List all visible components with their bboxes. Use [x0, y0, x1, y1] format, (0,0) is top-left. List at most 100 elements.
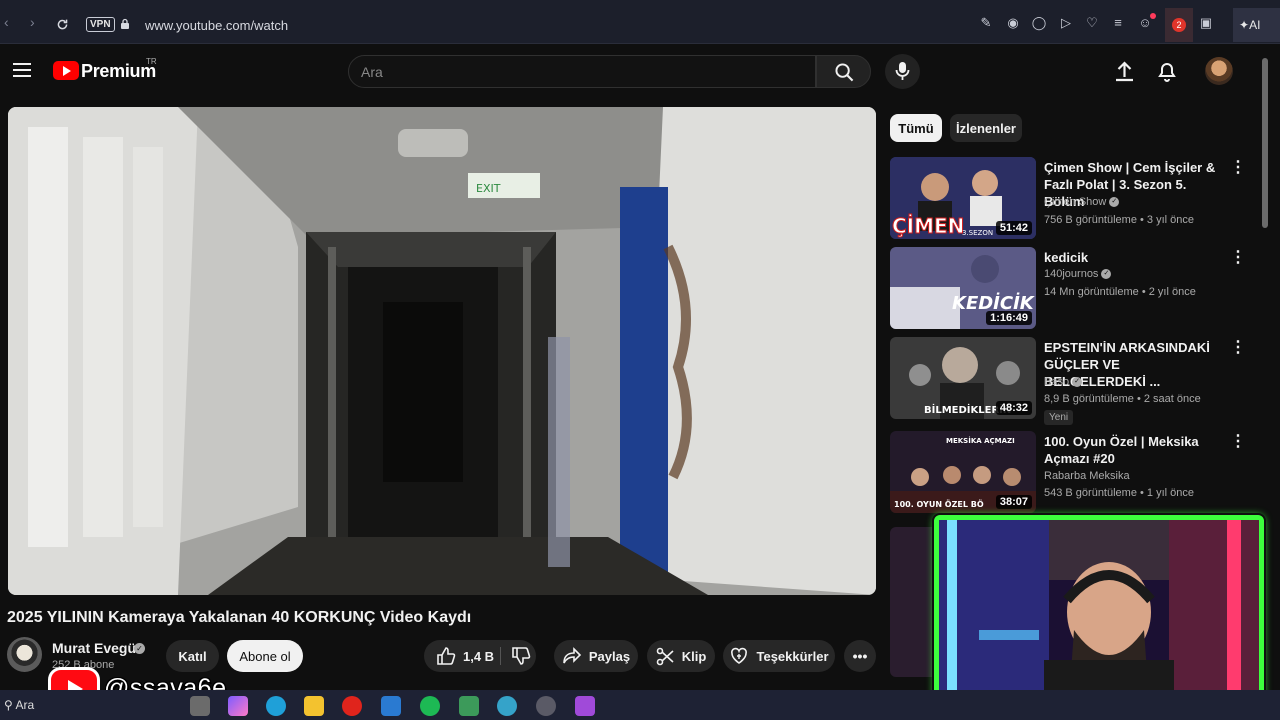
spotify-icon[interactable]	[420, 696, 440, 716]
thanks-heart-icon	[731, 647, 748, 664]
recommendation-meta: 756 B görüntüleme • 3 yıl önce	[1044, 214, 1194, 226]
recommendation-meta: 14 Mn görüntüleme • 2 yıl önce	[1044, 286, 1196, 298]
more-options-icon[interactable]: ⋮	[1230, 339, 1246, 357]
svg-text:100. OYUN ÖZEL BÖ: 100. OYUN ÖZEL BÖ	[894, 499, 984, 509]
video-thumbnail[interactable]: BİLMEDİKLERİN 48:32	[890, 337, 1036, 419]
recommendation-item[interactable]: KEDİCİK 1:16:49 kedicik 140journos ✓ 14 M…	[890, 247, 1262, 331]
extension-badge[interactable]: 2	[1172, 18, 1186, 32]
svg-text:ÇİMEN: ÇİMEN	[892, 214, 964, 238]
address-bar[interactable]: www.youtube.com/watch	[145, 18, 288, 33]
edit-icon[interactable]: ✎	[978, 15, 994, 31]
join-button[interactable]: Katıl	[166, 640, 219, 672]
recommendation-channel[interactable]: Çimen Show ✓	[1044, 196, 1120, 208]
taskbar-app-icon[interactable]	[497, 696, 517, 716]
verified-icon: ✓	[1109, 197, 1120, 208]
recommendation-item[interactable]: MEKSİKA AÇMAZI 100. OYUN ÖZEL BÖ 38:07 1…	[890, 431, 1262, 515]
like-divider	[500, 647, 501, 665]
notification-dot	[1150, 13, 1156, 19]
recommendation-item[interactable]: BİLMEDİKLERİN 48:32 EPSTEIN'İN ARKASINDA…	[890, 337, 1262, 427]
duration-badge: 48:32	[995, 401, 1032, 415]
taskbar-app-icon[interactable]	[190, 696, 210, 716]
video-frame-corridor: EXIT	[8, 107, 876, 595]
like-count: 1,4 B	[463, 648, 495, 664]
recommendation-item[interactable]: ÇİMEN 3.SEZON 51:42 Çimen Show | Cem İşç…	[890, 157, 1262, 241]
clip-button[interactable]: Klip	[647, 640, 715, 672]
recommendation-meta: 8,9 B görüntüleme • 2 saat önce	[1044, 393, 1201, 405]
verified-badge-icon: ✓	[134, 643, 145, 654]
channel-avatar[interactable]	[7, 637, 42, 672]
search-button[interactable]	[816, 55, 871, 88]
bell-icon[interactable]	[1157, 60, 1177, 82]
exit-sign-text: EXIT	[476, 182, 501, 195]
scissors-icon	[656, 647, 674, 665]
more-options-icon[interactable]: ⋮	[1230, 249, 1246, 267]
recommendation-channel[interactable]: Rabarba Meksika	[1044, 470, 1130, 482]
video-player[interactable]: EXIT	[8, 107, 876, 595]
file-explorer-icon[interactable]	[304, 696, 324, 716]
browser-toolbar: ‹ › VPN www.youtube.com/watch ✎ ◉ ◯ ▷ ♡ …	[0, 0, 1280, 44]
share-label: Paylaş	[588, 648, 631, 664]
edge-icon[interactable]	[266, 696, 286, 716]
video-thumbnail[interactable]: ÇİMEN 3.SEZON 51:42	[890, 157, 1036, 239]
voice-search-button[interactable]	[885, 54, 920, 89]
shield-icon[interactable]: ◯	[1031, 15, 1047, 31]
chip-all[interactable]: Tümü	[890, 114, 942, 142]
taskbar-search[interactable]: ⚲ Ara	[4, 698, 34, 712]
ai-button[interactable]: ✦AI	[1233, 8, 1280, 42]
outlook-icon[interactable]	[381, 696, 401, 716]
recommendation-channel[interactable]: Baso ✓	[1044, 376, 1083, 388]
search-input[interactable]	[349, 56, 789, 87]
logo-text[interactable]: Premium	[81, 61, 156, 82]
more-options-icon[interactable]: ⋮	[1230, 433, 1246, 451]
webcam-feed	[939, 520, 1259, 700]
video-thumbnail[interactable]: KEDİCİK 1:16:49	[890, 247, 1036, 329]
thumbs-up-icon	[437, 647, 456, 665]
vpn-badge[interactable]: VPN	[86, 17, 115, 32]
thanks-button[interactable]: Teşekkürler	[723, 640, 835, 672]
chip-watched[interactable]: İzlenenler	[950, 114, 1022, 142]
back-icon[interactable]: ‹	[4, 14, 9, 30]
streamer-webcam	[934, 515, 1264, 705]
recommendation-channel[interactable]: 140journos ✓	[1044, 268, 1112, 280]
svg-text:3.SEZON: 3.SEZON	[962, 229, 993, 237]
copilot-icon[interactable]	[228, 696, 248, 716]
thumbs-down-icon[interactable]	[511, 646, 531, 666]
share-button[interactable]: Paylaş	[554, 640, 638, 672]
more-actions-button[interactable]: •••	[844, 640, 876, 672]
recommendation-title[interactable]: kedicik	[1044, 249, 1224, 266]
channel-name[interactable]: Murat Evegü	[52, 640, 136, 656]
taskbar-app-icon[interactable]	[575, 696, 595, 716]
youtube-logo-icon[interactable]	[53, 61, 79, 80]
hamburger-menu-icon[interactable]	[13, 63, 31, 77]
opera-icon[interactable]	[342, 696, 362, 716]
heart-icon[interactable]: ♡	[1084, 15, 1100, 31]
recommendation-title[interactable]: 100. Oyun Özel | Meksika Açmazı #20	[1044, 433, 1224, 467]
reload-icon[interactable]	[56, 18, 69, 31]
svg-text:MEKSİKA AÇMAZI: MEKSİKA AÇMAZI	[946, 436, 1015, 445]
taskbar-app-icon[interactable]	[536, 696, 556, 716]
ai-icon: ✦	[1239, 18, 1250, 32]
lock-icon[interactable]	[120, 18, 130, 29]
recommendation-meta: 543 B görüntüleme • 1 yıl önce	[1044, 487, 1194, 499]
more-options-icon[interactable]: ⋮	[1230, 159, 1246, 177]
forward-icon[interactable]: ›	[30, 14, 35, 30]
share-icon	[563, 647, 582, 664]
thanks-label: Teşekkürler	[756, 648, 829, 664]
upload-icon[interactable]	[1114, 60, 1135, 82]
list-icon[interactable]: ≡	[1110, 15, 1126, 31]
account-avatar[interactable]	[1205, 57, 1233, 85]
subscribe-button[interactable]: Abone ol	[227, 640, 303, 672]
camera-icon[interactable]: ◉	[1005, 15, 1021, 31]
region-label: TR	[146, 57, 157, 66]
video-thumbnail[interactable]: MEKSİKA AÇMAZI 100. OYUN ÖZEL BÖ 38:07	[890, 431, 1036, 513]
page-scrollbar[interactable]	[1262, 58, 1268, 228]
play-icon[interactable]: ▷	[1058, 15, 1074, 31]
cube-icon[interactable]: ▣	[1198, 15, 1214, 31]
search-box	[348, 55, 816, 88]
duration-badge: 51:42	[995, 221, 1032, 235]
like-button[interactable]: 1,4 B	[424, 640, 536, 672]
search-icon	[835, 63, 854, 82]
taskbar-app-icon[interactable]	[459, 696, 479, 716]
video-title: 2025 YILININ Kameraya Yakalanan 40 KORKU…	[7, 609, 472, 626]
verified-icon: ✓	[1072, 377, 1083, 388]
